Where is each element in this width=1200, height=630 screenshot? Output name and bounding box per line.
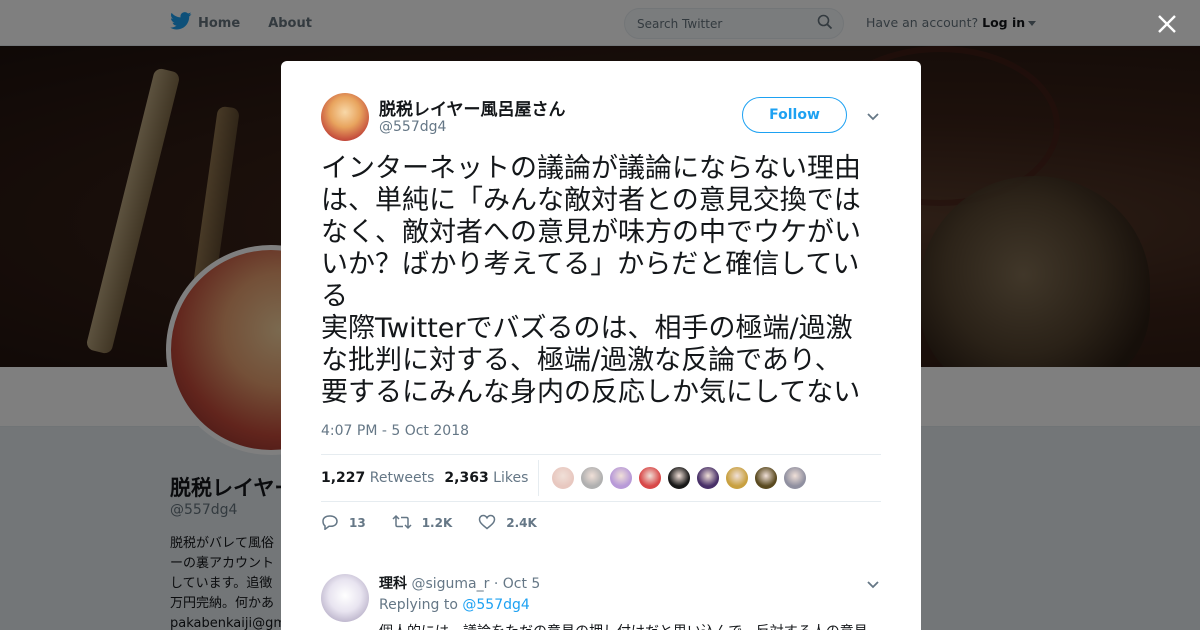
chevron-down-icon[interactable] <box>865 577 881 593</box>
tweet-text-line: なく、敵対者への意見が味方の中でウケがい <box>321 217 861 248</box>
tweet-text-line: いか？ばかり考えてる」からだと確信してい <box>321 249 860 280</box>
like-button[interactable]: 2.4K <box>478 514 537 533</box>
tweet-text-line: インターネットの議論が議論にならない理由 <box>321 153 861 184</box>
tweet-actions: 13 1.2K 2.4K <box>321 513 881 533</box>
tweet-text-line: る <box>321 281 348 312</box>
liker-avatar[interactable] <box>725 466 750 490</box>
reply-text: 個人的には、議論をただの意見の押し付けだと思い込んで、反対する人の意見 <box>379 621 868 630</box>
retweets-label: Retweets <box>369 470 435 486</box>
tweet-modal: 脱税レイヤー風呂屋さん @557dg4 Follow インターネットの議論が議論… <box>281 61 921 630</box>
retweet-button[interactable]: 1.2K <box>392 514 453 533</box>
follow-button[interactable]: Follow <box>742 97 847 133</box>
reply-count: 13 <box>349 516 366 530</box>
liker-avatar[interactable] <box>638 466 663 490</box>
heart-icon <box>478 514 506 533</box>
tweet-text: インターネットの議論が議論にならない理由 は、単純に「みんな敵対者との意見交換で… <box>321 153 891 409</box>
likes-count: 2,363 <box>444 470 489 486</box>
retweet-count: 1.2K <box>421 516 453 530</box>
liker-avatar[interactable] <box>696 466 721 490</box>
liker-avatar[interactable] <box>667 466 692 490</box>
author-avatar[interactable] <box>321 93 369 141</box>
tweet-timestamp[interactable]: 4:07 PM - 5 Oct 2018 <box>321 423 469 439</box>
retweets-stat[interactable]: 1,227 Retweets <box>321 470 434 486</box>
replying-to-link[interactable]: @557dg4 <box>462 597 529 613</box>
likes-label: Likes <box>493 470 529 486</box>
retweet-icon <box>392 514 422 533</box>
tweet-text-line: 実際Twitterでバズるのは、相手の極端/過激 <box>321 313 853 344</box>
likes-stat[interactable]: 2,363 Likes <box>444 470 528 486</box>
reply-author-handle[interactable]: @siguma_r <box>411 576 489 592</box>
tweet-text-line: は、単純に「みんな敵対者との意見交換では <box>321 185 861 216</box>
liker-avatar[interactable] <box>754 466 779 490</box>
reply-author-avatar[interactable] <box>321 574 369 622</box>
tweet-header: 脱税レイヤー風呂屋さん @557dg4 Follow <box>321 93 881 141</box>
liker-avatar[interactable] <box>609 466 634 490</box>
stats-divider <box>538 460 540 496</box>
tweet-stats: 1,227 Retweets 2,363 Likes <box>321 454 881 502</box>
reply-header: 理科 @siguma_r · Oct 5 <box>379 573 540 593</box>
reply-date[interactable]: · Oct 5 <box>494 576 540 592</box>
replying-to: Replying to @557dg4 <box>379 597 530 613</box>
reply-button[interactable]: 13 <box>321 514 366 533</box>
tweet-text-line: 要するにみんな身内の反応しか気にしてない <box>321 377 861 408</box>
like-count: 2.4K <box>506 516 537 530</box>
liker-avatar[interactable] <box>580 466 605 490</box>
chevron-down-icon[interactable] <box>865 109 881 125</box>
close-icon[interactable] <box>1155 12 1179 36</box>
tweet-text-line: な批判に対する、極端/過激な反論であり、 <box>321 345 842 376</box>
liker-avatars <box>551 466 812 490</box>
replying-prefix: Replying to <box>379 597 458 613</box>
author-handle[interactable]: @557dg4 <box>379 119 446 135</box>
author-name[interactable]: 脱税レイヤー風呂屋さん <box>379 95 566 120</box>
reply-icon <box>321 514 349 533</box>
liker-avatar[interactable] <box>551 466 576 490</box>
reply-author-name[interactable]: 理科 <box>379 576 407 592</box>
retweets-count: 1,227 <box>321 470 366 486</box>
liker-avatar[interactable] <box>783 466 808 490</box>
